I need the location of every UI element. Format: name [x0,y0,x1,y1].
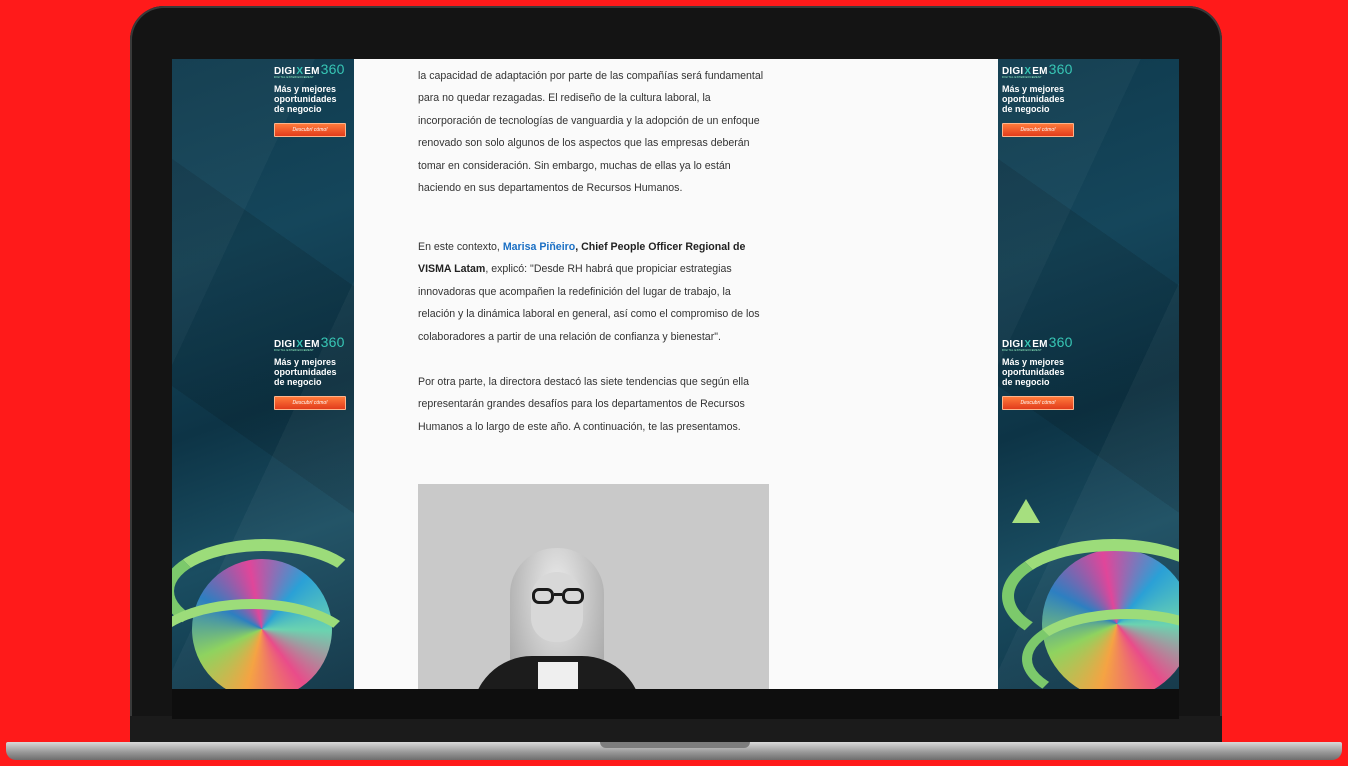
ad-cta-button[interactable]: Descubrí cómo! [274,396,346,410]
ad-logo: DIGI X EM 360 [274,334,345,350]
ad-logo: DIGI X EM 360 [1002,334,1073,350]
ad-headline: Más y mejores oportunidades de negocio [1002,357,1065,387]
ad-headline: Más y mejores oportunidades de negocio [274,84,337,114]
article-paragraph-3: Por otra parte, la directora destacó las… [418,376,749,433]
screen-bezel-bottom [172,689,1179,719]
ad-unit-top[interactable]: DIGI X EM 360 DIGITAL EXPERIENCEMENT Más y … [274,61,354,137]
ad-headline: Más y mejores oportunidades de negocio [274,357,337,387]
right-banner-ad[interactable]: DIGI X EM 360 DIGITAL EXPERIENCEMENT Más y … [998,59,1179,689]
ad-headline: Más y mejores oportunidades de negocio [1002,84,1065,114]
article-paragraph-1: la capacidad de adaptación por parte de … [418,70,764,195]
ad-logo: DIGI X EM 360 [274,61,345,77]
left-banner-ad[interactable]: DIGI X EM 360 DIGITAL EXPERIENCEMENT Más y … [172,59,354,689]
ad-cta-button[interactable]: Descubrí cómo! [1002,396,1074,410]
person-link[interactable]: Marisa Piñeiro [503,241,575,253]
ad-unit-middle[interactable]: DIGI X EM 360 DIGITAL EXPERIENCEMENT Más y … [274,334,354,410]
ad-cta-button[interactable]: Descubrí cómo! [1002,123,1074,137]
article-paragraph-2: En este contexto, Marisa Piñeiro, Chief … [418,241,760,343]
ad-unit-middle[interactable]: DIGI X EM 360 DIGITAL EXPERIENCEMENT Más y … [1002,334,1082,410]
laptop-screen: DIGI X EM 360 DIGITAL EXPERIENCEMENT Más y … [172,59,1179,689]
article-page: la capacidad de adaptación por parte de … [354,59,998,689]
ad-logo: DIGI X EM 360 [1002,61,1073,77]
laptop-notch [600,742,750,748]
ad-cta-button[interactable]: Descubrí cómo! [274,123,346,137]
globe-map-graphic [1002,499,1179,689]
ad-unit-top[interactable]: DIGI X EM 360 DIGITAL EXPERIENCEMENT Más y … [1002,61,1082,137]
globe-map-graphic [172,529,354,689]
portrait-photo [418,484,769,689]
glasses-graphic [532,588,586,604]
